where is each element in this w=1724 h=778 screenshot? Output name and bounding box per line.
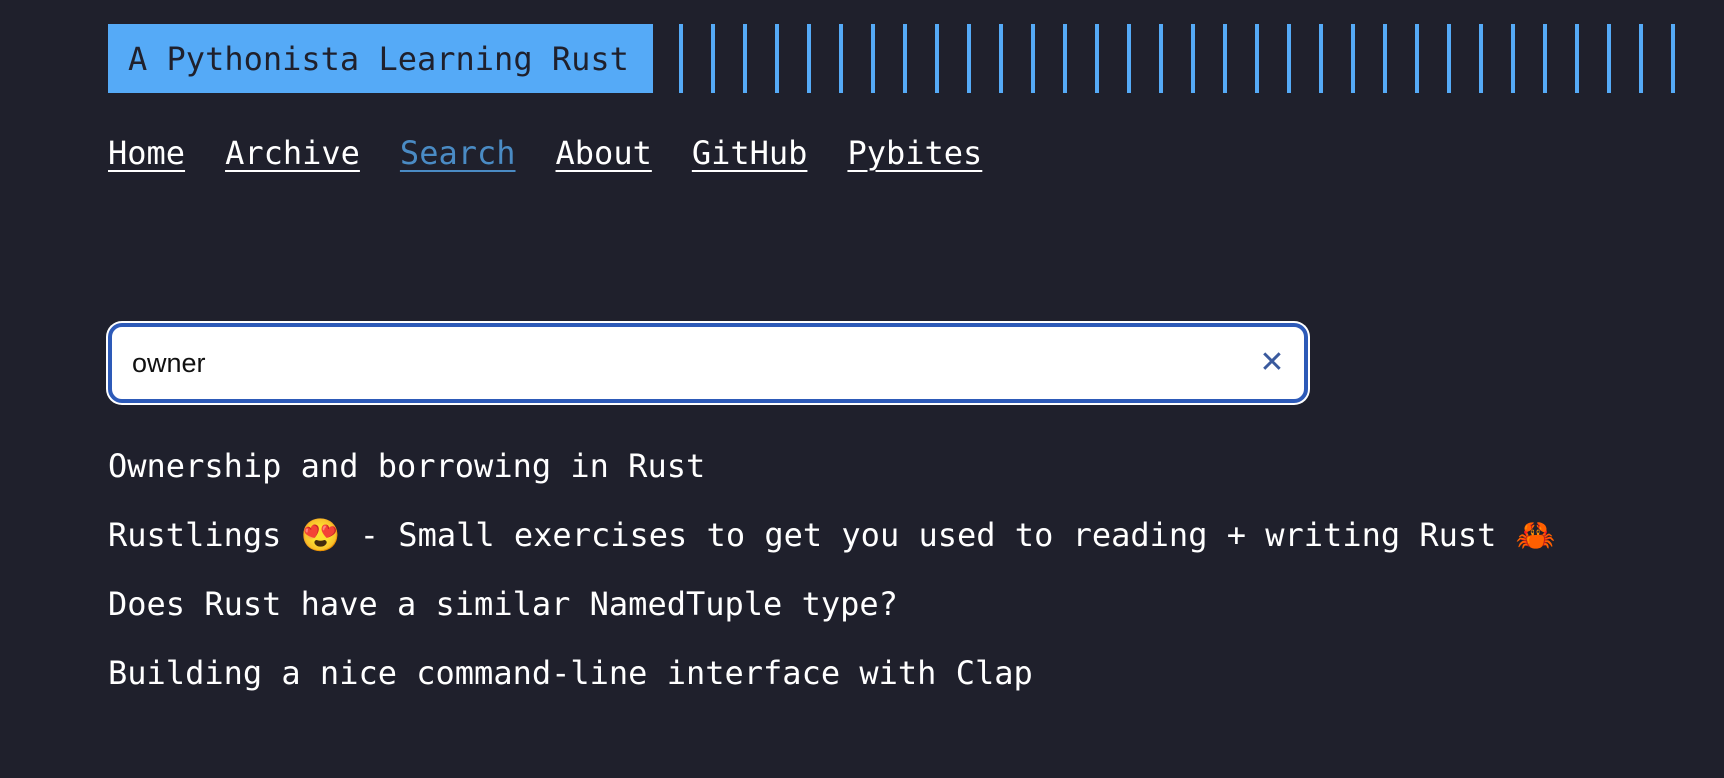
clear-search-button[interactable]: ✕ [1254,345,1290,381]
nav-about-link[interactable]: About [556,134,652,172]
site-header: A Pythonista Learning Rust [108,24,1676,93]
list-item: Ownership and borrowing in Rust [108,444,1556,513]
site-title-link[interactable]: A Pythonista Learning Rust [108,24,653,93]
search-result-link[interactable]: Does Rust have a similar NamedTuple type… [108,585,898,623]
close-icon: ✕ [1259,345,1285,380]
list-item: Does Rust have a similar NamedTuple type… [108,582,1556,651]
nav-pybites-link[interactable]: Pybites [847,134,982,172]
search-results-list: Ownership and borrowing in Rust Rustling… [108,444,1556,720]
search-box: ✕ [108,323,1308,403]
search-result-link[interactable]: Rustlings 😍 - Small exercises to get you… [108,516,1556,554]
search-result-link[interactable]: Ownership and borrowing in Rust [108,447,705,485]
search-result-link[interactable]: Building a nice command-line interface w… [108,654,1033,692]
list-item: Rustlings 😍 - Small exercises to get you… [108,513,1556,582]
nav-archive-link[interactable]: Archive [225,134,360,172]
nav-home-link[interactable]: Home [108,134,185,172]
search-input[interactable] [132,327,1232,399]
nav-search-link[interactable]: Search [400,134,516,172]
main-nav: Home Archive Search About GitHub Pybites [108,134,982,172]
nav-github-link[interactable]: GitHub [692,134,808,172]
header-stripes-decoration [678,24,1676,93]
list-item: Building a nice command-line interface w… [108,651,1556,720]
